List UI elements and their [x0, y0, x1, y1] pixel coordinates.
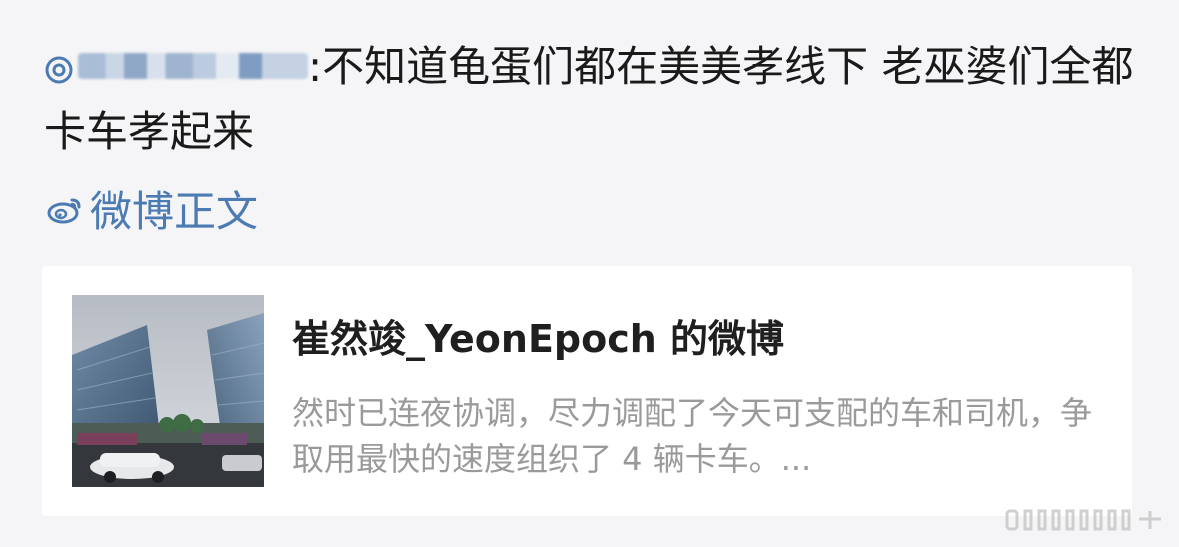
card-title: 崔然竣_YeonEpoch 的微博	[292, 317, 785, 361]
city-buildings-photo	[72, 295, 264, 487]
weibo-icon	[47, 198, 81, 223]
source-link-label: 微博正文	[90, 187, 259, 236]
weibo-share-screenshot: :不知道龟蛋们都在美美孝线下 老巫婆们全都卡车孝起来 微博正文 崔然竣_Yeon…	[0, 0, 1179, 547]
card-summary: 然时已连夜协调，尽力调配了今天可支配的车和司机，争取用最快的速度组织了 4 辆卡…	[292, 394, 1093, 478]
comment-block: :不知道龟蛋们都在美美孝线下 老巫婆们全都卡车孝起来	[44, 36, 1134, 162]
blurred-username	[78, 53, 308, 79]
card-thumbnail	[72, 295, 264, 487]
user-mention[interactable]	[44, 42, 308, 91]
at-icon	[44, 40, 74, 101]
watermark	[1001, 505, 1171, 539]
weibo-preview-card[interactable]: 崔然竣_YeonEpoch 的微博 然时已连夜协调，尽力调配了今天可支配的车和司…	[42, 266, 1132, 516]
weibo-source-link[interactable]: 微博正文	[46, 178, 258, 239]
